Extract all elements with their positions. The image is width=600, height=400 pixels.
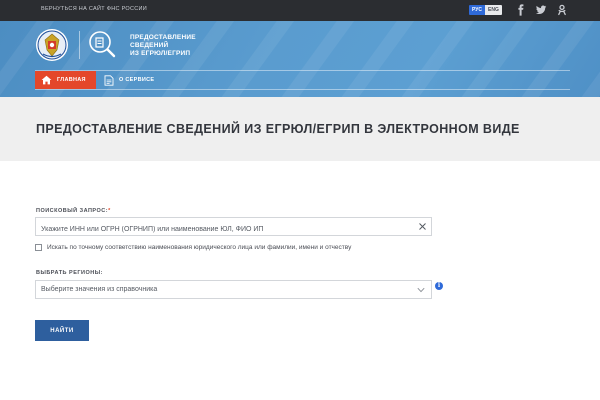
lang-en-button[interactable]: ENG [485,5,502,15]
region-select[interactable]: Выберите значения из справочника [35,280,432,299]
search-submit-button[interactable]: Найти [35,320,89,341]
brand-line-1: Предоставление [130,34,196,41]
nav-item-about-label: О сервисе [119,77,155,83]
required-mark: * [108,208,111,214]
region-field-label: Выбрать регионы: [36,270,103,276]
twitter-icon[interactable] [535,4,547,16]
search-field-label: Поисковый запрос:* [36,208,111,214]
document-icon [104,74,114,86]
region-select-value: Выберите значения из справочника [41,286,158,293]
brand-line-3: из ЕГРЮЛ/ЕГРИП [130,50,191,57]
service-brand-text: Предоставление сведений из ЕГРЮЛ/ЕГРИП [130,34,250,58]
site-header: Предоставление сведений из ЕГРЮЛ/ЕГРИП Г… [0,21,600,97]
logo-divider [79,31,80,59]
brand-line-2: сведений [130,42,169,49]
clear-icon[interactable] [418,222,427,231]
chevron-down-icon [417,287,425,293]
info-icon[interactable]: i [435,282,443,290]
language-switcher: РУС ENG [469,5,502,15]
nav-item-about[interactable]: О сервисе [96,71,164,89]
nav-item-home-label: Главная [57,77,86,83]
search-input[interactable] [36,221,416,238]
fns-emblem-icon[interactable] [35,28,69,62]
nav-item-home[interactable]: Главная [35,71,96,89]
exact-match-row: Искать по точному соответствию наименова… [35,244,351,251]
odnoklassniki-icon[interactable] [556,4,568,16]
facebook-icon[interactable] [515,4,527,16]
service-document-magnifier-icon [88,30,116,58]
back-to-fns-link[interactable]: Вернуться на сайт ФНС России [41,6,147,12]
home-icon [41,75,52,85]
page-title: Предоставление сведений из ЕГРЮЛ/ЕГРИП в… [36,122,520,136]
nav-divider-bottom [35,89,570,90]
search-field [35,217,432,238]
main-nav: Главная О сервисе [35,71,164,89]
top-bar: Вернуться на сайт ФНС России РУС ENG [0,0,600,21]
search-label-text: Поисковый запрос: [36,208,109,214]
exact-match-label[interactable]: Искать по точному соответствию наименова… [47,244,351,251]
lang-ru-button[interactable]: РУС [469,5,485,15]
exact-match-checkbox[interactable] [35,244,42,251]
